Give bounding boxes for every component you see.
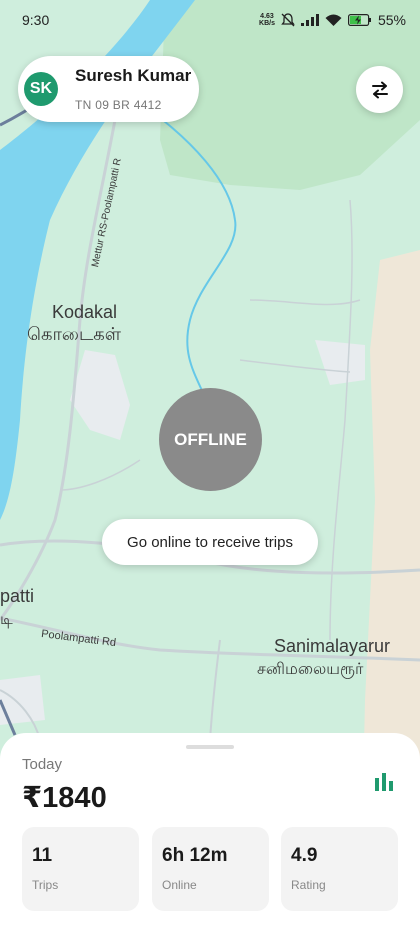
go-online-hint: Go online to receive trips	[102, 519, 318, 565]
stat-value: 11	[32, 845, 53, 866]
stat-value: 6h 12m	[162, 845, 228, 866]
map-place-label-tamil: டி	[0, 611, 13, 628]
vehicle-plate: TN 09 BR 4412	[75, 98, 162, 112]
stat-card-rating: 4.9 Rating	[281, 827, 398, 911]
stat-card-online: 6h 12m Online	[152, 827, 269, 911]
battery-charging-icon	[347, 14, 371, 26]
sheet-drag-handle[interactable]	[186, 745, 234, 749]
battery-percent: 55%	[377, 12, 406, 28]
switch-button[interactable]	[356, 66, 403, 113]
hint-text: Go online to receive trips	[127, 533, 293, 551]
map-place-label-tamil: சனிமலையரூர்	[257, 661, 364, 678]
stat-label: Rating	[291, 878, 326, 892]
stat-label: Online	[162, 878, 197, 892]
wifi-icon	[325, 14, 342, 26]
stat-label: Trips	[32, 878, 59, 892]
go-online-toggle-button[interactable]: OFFLINE	[159, 388, 262, 491]
map-place-label: Sanimalayarur	[274, 636, 391, 656]
map-place-label: patti	[0, 586, 35, 606]
driver-card[interactable]: SK Suresh Kumar TN 09 BR 4412	[18, 56, 199, 122]
net-speed-value: 4.63	[260, 13, 274, 20]
earnings-sheet[interactable]: Today ₹1840 11 Trips 6h 12m Online 4.9 R…	[0, 733, 420, 933]
bar-chart-icon[interactable]	[374, 773, 394, 791]
status-button-label: OFFLINE	[174, 429, 247, 449]
avatar-initials: SK	[29, 80, 53, 97]
status-bar: 9:30 4.63 KB/s 55%	[0, 0, 420, 40]
swap-arrows-icon	[371, 81, 388, 98]
earnings-amount: ₹1840	[22, 782, 107, 814]
mute-bell-icon	[281, 13, 295, 27]
stat-card-trips: 11 Trips	[22, 827, 139, 911]
net-speed: 4.63 KB/s	[259, 13, 275, 27]
map-place-label-tamil: கொடைகள்	[27, 324, 122, 344]
signal-icon	[300, 14, 319, 26]
stat-value: 4.9	[291, 845, 318, 866]
driver-name: Suresh Kumar	[75, 66, 192, 85]
avatar[interactable]: SK	[24, 72, 58, 106]
net-speed-unit: KB/s	[259, 20, 275, 27]
status-time: 9:30	[22, 12, 50, 28]
earnings-period: Today	[22, 756, 63, 773]
map-place-label: Kodakal	[52, 302, 118, 322]
